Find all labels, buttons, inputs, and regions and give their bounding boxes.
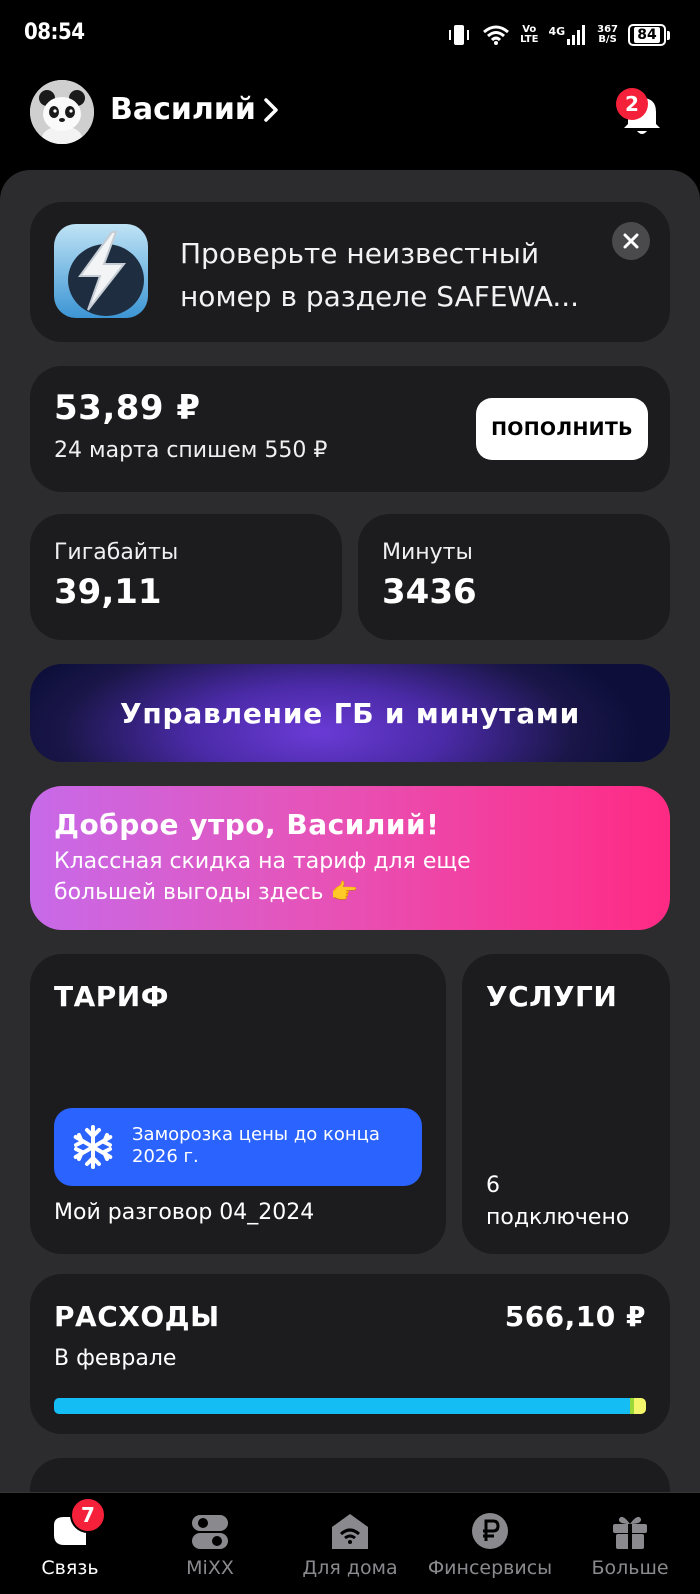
mixx-icon: [192, 1515, 228, 1549]
expenses-card[interactable]: РАСХОДЫ 566,10 ₽ В феврале: [30, 1274, 670, 1434]
price-freeze-badge: Заморозка цены до конца 2026 г.: [54, 1108, 422, 1186]
ruble-icon: [472, 1513, 508, 1549]
home-wifi-icon: [332, 1514, 368, 1549]
battery-icon: 84: [628, 24, 670, 46]
nav-item-home[interactable]: Для дома: [280, 1493, 420, 1594]
notifications-badge: 2: [616, 88, 648, 120]
vibrate-icon: [449, 25, 470, 45]
status-bar: 08:54 Vo LTE 4G 367 B/S 84: [0, 0, 700, 70]
nav-label-home: Для дома: [302, 1557, 398, 1579]
minutes-label: Минуты: [382, 540, 473, 565]
status-time: 08:54: [24, 20, 85, 45]
expenses-title: РАСХОДЫ: [54, 1300, 220, 1333]
main-content: Проверьте неизвестный номер в разделе SA…: [0, 170, 700, 1558]
tariff-card[interactable]: ТАРИФ Заморозка цены до конца 2026 г. Мо…: [30, 954, 446, 1254]
wifi-icon: [483, 25, 510, 45]
gigabytes-value: 39,11: [54, 572, 162, 612]
nav-item-svyaz[interactable]: 7 Связь: [0, 1493, 140, 1594]
nav-label-more: Больше: [591, 1557, 669, 1579]
price-freeze-text: Заморозка цены до конца 2026 г.: [132, 1124, 380, 1167]
nav-item-mixx[interactable]: MiXX: [140, 1493, 280, 1594]
expenses-period: В феврале: [54, 1346, 177, 1371]
topup-button[interactable]: ПОПОЛНИТЬ: [476, 398, 648, 460]
status-icons: Vo LTE 4G 367 B/S 84: [446, 20, 670, 50]
nav-label-mixx: MiXX: [186, 1557, 234, 1579]
promo-banner[interactable]: Проверьте неизвестный номер в разделе SA…: [30, 202, 670, 342]
volte-bottom: LTE: [520, 34, 539, 45]
services-card[interactable]: УСЛУГИ 6 подключено: [462, 954, 670, 1254]
tariff-title: ТАРИФ: [54, 980, 169, 1013]
avatar[interactable]: [30, 80, 94, 144]
promo-close-button[interactable]: [612, 222, 650, 260]
services-count-value: 6: [486, 1173, 500, 1198]
user-name: Василий: [110, 92, 256, 127]
chevron-right-icon: [264, 97, 278, 122]
nav-label-finservices: Финсервисы: [427, 1557, 553, 1579]
promo-text: Проверьте неизвестный номер в разделе SA…: [180, 237, 580, 313]
battery-level: 84: [634, 27, 660, 43]
volte-indicator: Vo LTE: [520, 25, 538, 45]
signal-icon: [567, 25, 586, 45]
services-count: 6 подключено: [486, 1170, 629, 1234]
minutes-value: 3436: [382, 572, 477, 612]
manage-gb-minutes-button[interactable]: Управление ГБ и минутами: [30, 664, 670, 762]
expenses-amount: 566,10 ₽: [504, 1300, 646, 1333]
nav-label-svyaz: Связь: [41, 1557, 99, 1579]
balance-amount: 53,89 ₽: [54, 388, 201, 428]
minutes-card[interactable]: Минуты 3436: [358, 514, 670, 640]
safewall-app-icon: [54, 224, 148, 318]
app-header: Василий 2: [0, 76, 700, 166]
gift-icon: [613, 1516, 647, 1549]
greeting-text: Классная скидка на тариф для еще большей…: [54, 849, 471, 905]
nav-badge-svyaz: 7: [70, 1497, 106, 1533]
greeting-banner[interactable]: Доброе утро, Василий! Классная скидка на…: [30, 786, 670, 930]
net-speed-unit: B/S: [598, 34, 617, 45]
balance-card[interactable]: 53,89 ₽ 24 марта спишем 550 ₽ ПОПОЛНИТЬ: [30, 366, 670, 492]
tariff-name: Мой разговор 04_2024: [54, 1200, 315, 1225]
net-speed: 367 B/S: [597, 25, 618, 45]
expenses-bar: [54, 1398, 646, 1414]
gigabytes-label: Гигабайты: [54, 540, 179, 565]
expenses-bar-segment-3: [633, 1398, 646, 1414]
close-icon: [623, 233, 639, 249]
panda-avatar-icon: [30, 80, 94, 144]
services-count-label: подключено: [486, 1205, 630, 1230]
nav-item-finservices[interactable]: Финсервисы: [420, 1493, 560, 1594]
bottom-nav: 7 Связь MiXX Для дома Финсервисы Больше: [0, 1492, 700, 1594]
next-charge-text: 24 марта спишем 550 ₽: [54, 438, 328, 463]
services-title: УСЛУГИ: [486, 980, 618, 1013]
lightning-icon: [68, 231, 144, 316]
nav-item-more[interactable]: Больше: [560, 1493, 700, 1594]
network-type: 4G: [548, 25, 566, 38]
expenses-bar-segment-1: [54, 1398, 631, 1414]
notifications-button[interactable]: 2: [616, 86, 670, 136]
greeting-title: Доброе утро, Василий!: [54, 808, 440, 841]
snowflake-icon: [73, 1125, 113, 1169]
gigabytes-card[interactable]: Гигабайты 39,11: [30, 514, 342, 640]
signal-group: 4G: [548, 25, 587, 45]
profile-link[interactable]: Василий: [110, 92, 280, 127]
